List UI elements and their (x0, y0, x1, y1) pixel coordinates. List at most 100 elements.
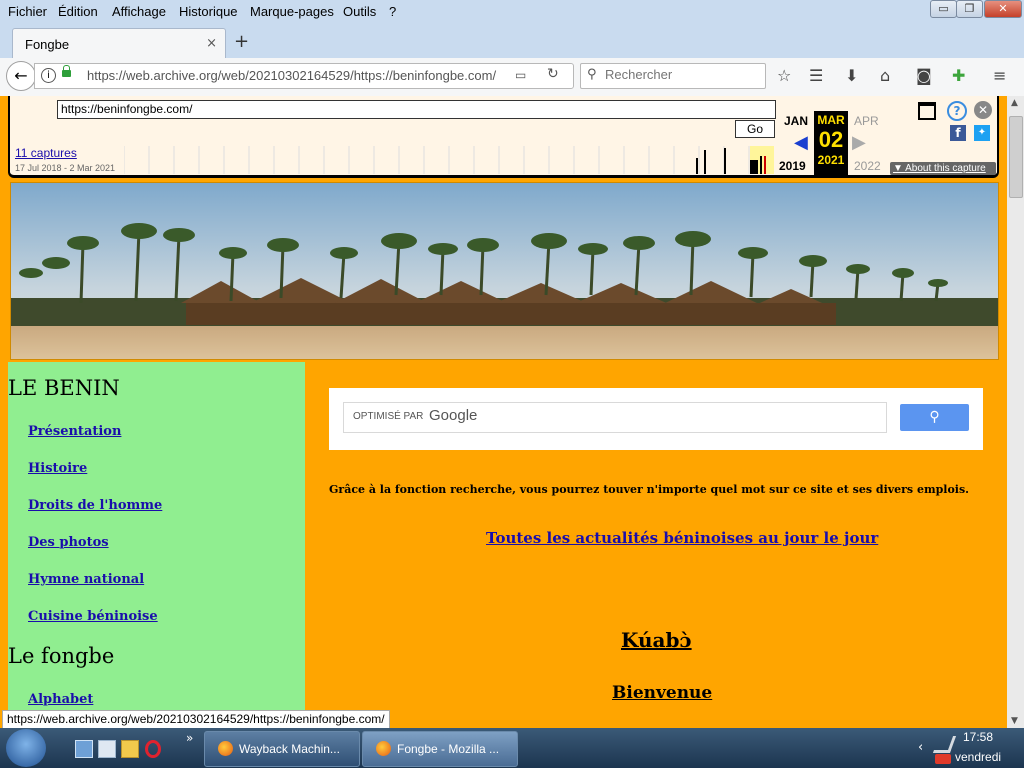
banner-image (10, 182, 999, 360)
close-window-button[interactable]: ✕ (984, 0, 1022, 18)
search-input[interactable] (603, 66, 757, 83)
show-desktop-icon[interactable] (75, 740, 93, 758)
sidebar-link-presentation[interactable]: Présentation (28, 424, 121, 439)
current-year: 2021 (817, 153, 845, 167)
menu-affichage[interactable]: Affichage (112, 4, 166, 19)
bookmarks-library-icon[interactable]: ☰ (809, 66, 823, 85)
new-tab-button[interactable]: + (234, 31, 249, 52)
clock[interactable]: 17:58 vendredi (955, 730, 1001, 764)
tab-close-icon[interactable]: × (206, 36, 217, 51)
vertical-scrollbar[interactable]: ▲ ▼ (1007, 96, 1024, 728)
folder-icon[interactable] (121, 740, 139, 758)
capture-bar-current (764, 156, 766, 174)
taskbar-overflow-icon[interactable]: » (186, 731, 193, 745)
notepad-icon[interactable] (98, 740, 116, 758)
search-icon: ⚲ (929, 409, 940, 425)
collection-icon[interactable] (918, 102, 936, 120)
heading-le-benin: LE BENIN (8, 376, 120, 400)
bienvenue-heading: Bienvenue (612, 683, 713, 703)
about-capture-link[interactable]: ▼ About this capture (890, 162, 996, 175)
current-month: MAR (817, 113, 845, 127)
tab-title: Fongbe (25, 37, 70, 52)
task-fongbe[interactable]: Fongbe - Mozilla ... (362, 731, 518, 767)
clock-day: vendredi (955, 750, 1002, 764)
close-icon: ✕ (998, 2, 1008, 15)
google-search-button[interactable]: ⚲ (900, 404, 969, 431)
facebook-icon[interactable]: f (950, 125, 966, 141)
menu-marque-pages[interactable]: Marque-pages (250, 4, 334, 19)
hamburger-menu-icon[interactable]: ≡ (993, 66, 1006, 85)
home-icon[interactable]: ⌂ (880, 66, 890, 85)
info-icon[interactable]: i (41, 68, 56, 83)
sidebar-link-cuisine[interactable]: Cuisine béninoise (28, 609, 158, 624)
menu-outils[interactable]: Outils (343, 4, 376, 19)
sidebar-link-droits[interactable]: Droits de l'homme (28, 498, 162, 513)
sidebar-link-photos[interactable]: Des photos (28, 535, 109, 550)
prev-month-label[interactable]: JAN (784, 114, 808, 128)
sidebar-link-histoire[interactable]: Histoire (28, 461, 87, 476)
menu-historique[interactable]: Historique (179, 4, 238, 19)
maximize-button[interactable]: ❐ (956, 0, 983, 18)
tab-fongbe[interactable]: Fongbe × (12, 28, 226, 59)
prev-year-label[interactable]: 2019 (779, 159, 806, 173)
download-icon[interactable]: ⬇ (845, 66, 858, 85)
menu-bar: Fichier Édition Affichage Historique Mar… (0, 0, 1024, 24)
capture-bar (704, 150, 706, 174)
google-search-input[interactable]: OPTIMISÉ PAR Google (343, 402, 887, 433)
page-content: https://beninfongbe.com/ Go 11 captures … (0, 96, 1007, 728)
twitter-icon[interactable]: ✦ (974, 125, 990, 141)
lock-icon (62, 65, 71, 77)
extension-icon[interactable]: ✚ (952, 66, 965, 85)
wifi-icon[interactable] (935, 754, 951, 764)
prev-capture-arrow-icon[interactable]: ◀ (794, 132, 808, 153)
back-button[interactable]: ← (6, 61, 36, 91)
close-toolbar-icon[interactable]: ✕ (974, 101, 992, 119)
navigation-bar: ← i https://web.archive.org/web/20210302… (0, 58, 1024, 97)
scroll-down-icon[interactable]: ▼ (1011, 716, 1018, 726)
menu-help[interactable]: ? (389, 4, 396, 19)
help-icon[interactable]: ? (947, 101, 967, 121)
opera-icon[interactable] (145, 740, 161, 758)
scroll-up-icon[interactable]: ▲ (1011, 98, 1018, 108)
minimize-icon: ▭ (938, 2, 949, 15)
capture-bar (760, 156, 762, 174)
kuabo-heading: Kúabɔ̀ (621, 628, 692, 652)
minimize-button[interactable]: ▭ (930, 0, 957, 18)
reload-icon[interactable]: ↻ (547, 66, 559, 82)
news-link[interactable]: Toutes les actualités béninoises au jour… (486, 529, 878, 547)
next-month-label: APR (854, 114, 879, 128)
next-year-label: 2022 (854, 159, 881, 173)
google-search-widget: OPTIMISÉ PAR Google ⚲ (329, 388, 983, 450)
start-button[interactable] (6, 729, 46, 767)
reader-view-icon[interactable]: ▭ (515, 68, 526, 82)
captures-link[interactable]: 11 captures (15, 146, 77, 160)
capture-sparkline[interactable] (124, 146, 774, 174)
url-text[interactable]: https://web.archive.org/web/202103021645… (87, 68, 496, 83)
bookmark-star-icon[interactable]: ☆ (777, 66, 791, 85)
menu-fichier[interactable]: Fichier (8, 4, 47, 19)
pocket-icon[interactable]: ◙ (916, 66, 932, 85)
wayback-url-field[interactable]: https://beninfongbe.com/ (57, 100, 776, 119)
left-sidebar: LE BENIN Présentation Histoire Droits de… (8, 362, 305, 728)
task-wayback[interactable]: Wayback Machin... (204, 731, 360, 767)
task-wayback-label: Wayback Machin... (239, 742, 340, 756)
menu-edition[interactable]: Édition (58, 4, 98, 19)
scroll-thumb[interactable] (1009, 116, 1023, 198)
current-capture-date: MAR 02 2021 (814, 111, 848, 175)
wayback-go-button[interactable]: Go (735, 120, 775, 138)
tray-expand-icon[interactable]: ‹ (918, 740, 923, 755)
heading-le-fongbe: Le fongbe (8, 644, 115, 668)
url-bar[interactable]: i https://web.archive.org/web/2021030216… (34, 63, 574, 89)
sidebar-link-hymne[interactable]: Hymne national (28, 572, 144, 587)
task-fongbe-label: Fongbe - Mozilla ... (397, 742, 500, 756)
google-logo: Google (429, 407, 478, 424)
wayback-toolbar: https://beninfongbe.com/ Go 11 captures … (8, 96, 999, 178)
tab-strip: Fongbe × + (0, 24, 1024, 59)
next-capture-arrow-icon: ▶ (852, 132, 866, 152)
search-bar[interactable]: ⚲ (580, 63, 766, 89)
signal-icon[interactable] (932, 736, 957, 753)
back-arrow-icon: ← (14, 66, 28, 85)
capture-bar (724, 148, 726, 174)
sidebar-link-alphabet[interactable]: Alphabet (28, 692, 93, 707)
firefox-icon (218, 741, 233, 756)
